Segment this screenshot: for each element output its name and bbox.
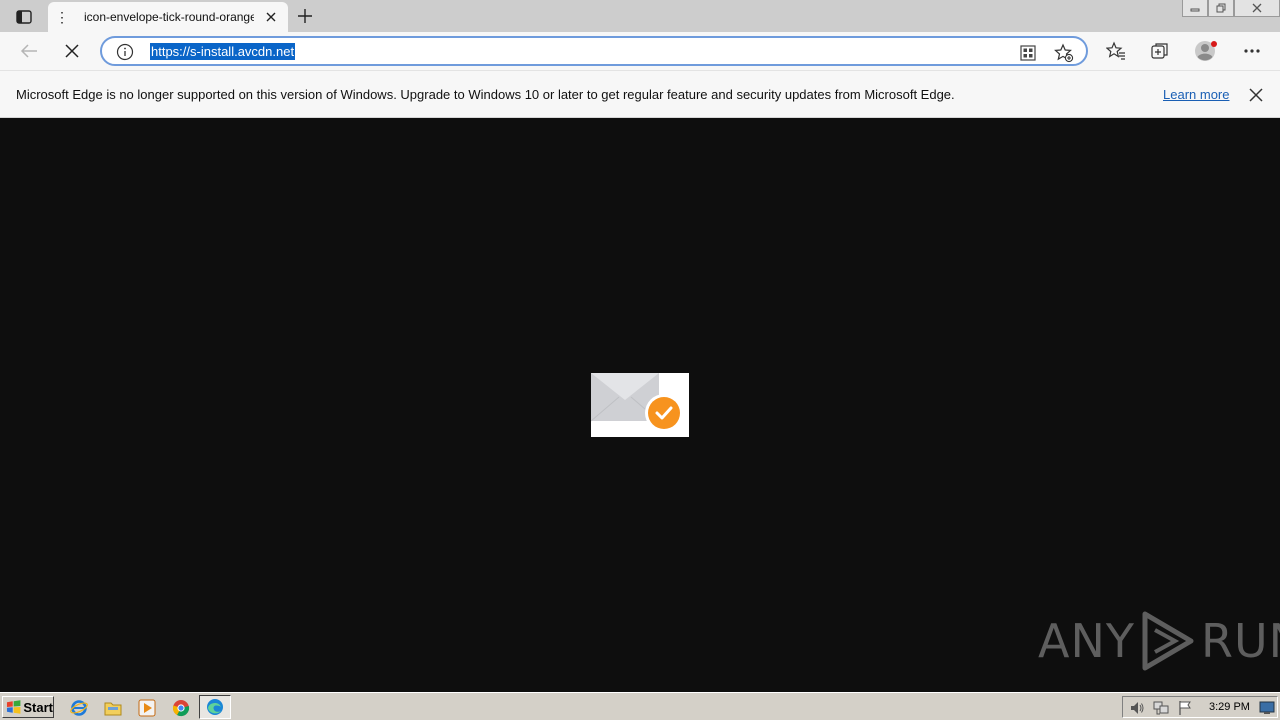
add-favorite-icon[interactable] xyxy=(1054,43,1074,63)
unsupported-os-infobar: Microsoft Edge is no longer supported on… xyxy=(0,70,1280,118)
tab-actions-button[interactable] xyxy=(8,6,40,28)
watermark-left: ANY xyxy=(1038,614,1135,668)
browser-toolbar: https://s-install.avcdn.net xyxy=(0,32,1280,70)
taskbar-edge-active[interactable] xyxy=(199,695,231,719)
start-label: Start xyxy=(23,699,53,715)
network-icon[interactable] xyxy=(1153,700,1169,716)
action-center-flag-icon[interactable] xyxy=(1177,700,1193,716)
settings-menu-button[interactable] xyxy=(1237,37,1267,65)
tab-title: icon-envelope-tick-round-orange xyxy=(84,10,254,24)
tab-actions-icon xyxy=(16,10,32,24)
plus-icon xyxy=(298,9,312,23)
infobar-message: Microsoft Edge is no longer supported on… xyxy=(16,87,955,102)
chrome-icon xyxy=(172,700,190,717)
volume-icon[interactable] xyxy=(1129,700,1145,716)
envelope-tick-icon xyxy=(590,373,689,437)
close-window-button[interactable] xyxy=(1234,0,1280,17)
app-available-icon[interactable] xyxy=(1018,43,1038,63)
tab-loading-icon: ⋮ xyxy=(55,8,69,25)
restore-icon xyxy=(1216,3,1226,13)
favorites-button[interactable] xyxy=(1101,37,1131,65)
taskbar-explorer[interactable] xyxy=(103,698,123,718)
taskbar-ie[interactable] xyxy=(69,698,89,718)
system-tray: 3:29 PM xyxy=(1122,696,1278,718)
close-icon xyxy=(1252,3,1262,13)
clock[interactable]: 3:29 PM xyxy=(1209,701,1250,713)
page-content xyxy=(0,118,1280,692)
edge-icon xyxy=(207,699,223,715)
url-text[interactable]: https://s-install.avcdn.net xyxy=(150,43,296,60)
media-player-icon xyxy=(138,699,156,717)
taskbar: Start 3:29 PM xyxy=(0,692,1280,720)
info-icon[interactable] xyxy=(116,43,134,61)
avatar-icon xyxy=(1195,41,1217,61)
back-button[interactable] xyxy=(14,37,44,65)
envelope-tick-image xyxy=(590,373,689,437)
more-icon xyxy=(1244,49,1260,53)
close-icon xyxy=(266,12,276,22)
taskbar-media-player[interactable] xyxy=(137,698,157,718)
learn-more-link[interactable]: Learn more xyxy=(1163,87,1229,102)
taskbar-chrome[interactable] xyxy=(171,698,191,718)
tab-close-button[interactable] xyxy=(260,6,282,28)
folder-icon xyxy=(104,702,122,716)
watermark-right: RUN xyxy=(1200,614,1280,668)
favorites-icon xyxy=(1106,41,1125,60)
tab-strip: ⋮ icon-envelope-tick-round-orange xyxy=(0,0,1280,32)
minimize-button[interactable] xyxy=(1182,0,1208,17)
collections-button[interactable] xyxy=(1145,37,1175,65)
infobar-close-icon[interactable] xyxy=(1246,85,1266,105)
ie-icon xyxy=(70,700,88,716)
stop-loading-button[interactable] xyxy=(57,37,87,65)
start-button[interactable]: Start xyxy=(2,696,54,718)
play-logo-icon xyxy=(1142,611,1194,671)
windows-logo-icon xyxy=(6,700,21,714)
minimize-icon xyxy=(1190,8,1200,12)
address-bar[interactable]: https://s-install.avcdn.net xyxy=(100,36,1088,66)
show-desktop-icon[interactable] xyxy=(1259,700,1275,716)
restore-button[interactable] xyxy=(1208,0,1234,17)
back-arrow-icon xyxy=(20,44,37,58)
anyrun-watermark: ANY RUN xyxy=(1038,608,1280,674)
stop-icon xyxy=(65,44,79,58)
window-controls xyxy=(1182,0,1280,18)
new-tab-button[interactable] xyxy=(292,5,318,27)
browser-tab[interactable]: ⋮ icon-envelope-tick-round-orange xyxy=(48,2,288,32)
collections-icon xyxy=(1151,43,1168,59)
profile-button[interactable] xyxy=(1191,37,1221,65)
